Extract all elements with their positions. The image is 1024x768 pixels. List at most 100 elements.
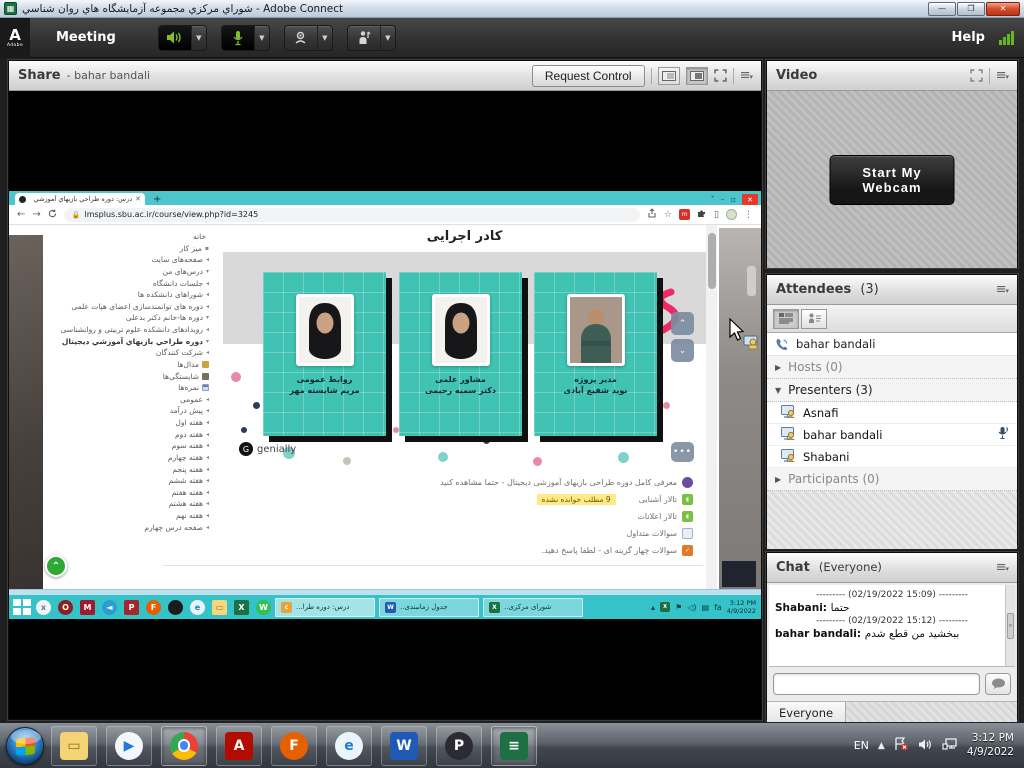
shared-tray-clock[interactable]: 3:12 PM 4/9/2022 <box>727 599 756 615</box>
side-panel-icon[interactable]: ▯ <box>714 210 719 220</box>
adobe-connect-icon[interactable]: ≡ <box>500 732 528 760</box>
back-to-top-button[interactable]: ⌃ <box>45 555 67 577</box>
taskbar-button-acrobat-icon[interactable]: A <box>216 726 262 766</box>
shared-tray-volume-icon[interactable]: ◁) <box>687 603 696 612</box>
tray-clock[interactable]: 3:12 PM 4/9/2022 <box>967 732 1014 759</box>
help-menu[interactable]: Help <box>952 30 985 45</box>
chat-scrollbar-thumb[interactable]: ≡ <box>1007 613 1014 639</box>
taskbar-button-word-icon[interactable]: W <box>381 726 427 766</box>
chat-send-button[interactable] <box>985 673 1011 695</box>
lms-sidebar-item[interactable]: ◂هفته هشتم <box>47 498 209 510</box>
lms-sidebar-item[interactable]: ◂شرکت کنندگان <box>47 347 209 359</box>
lms-sidebar-item[interactable]: ◂هفته هفتم <box>47 487 209 499</box>
genially-brand[interactable]: G genially <box>239 442 296 456</box>
share-view-toggle-2[interactable] <box>686 67 708 85</box>
lms-sidebar-item[interactable]: ◂هفته چهارم <box>47 452 209 464</box>
lms-sidebar-item[interactable]: مدال‌ها <box>47 359 209 371</box>
browser-tab[interactable]: درس: دوره طراحي بازيهاي آموزشي ✕ <box>15 193 145 205</box>
taskbar-button-adobe-connect-icon[interactable]: ≡ <box>491 726 537 766</box>
dark-app-icon[interactable] <box>168 600 183 615</box>
whatsapp-icon[interactable]: W <box>256 600 271 615</box>
shared-tray-language[interactable]: fa <box>714 603 722 612</box>
restore-button[interactable]: ❐ <box>957 2 985 16</box>
lms-sidebar-item[interactable]: ◂هفته اول <box>47 417 209 429</box>
taskbar-button-internet-explorer-icon[interactable]: e <box>326 726 372 766</box>
speaker-dropdown[interactable]: ▼ <box>191 26 206 50</box>
status-button[interactable]: ▼ <box>347 25 396 51</box>
taskbar-button-media-player-icon[interactable]: ▶ <box>106 726 152 766</box>
internet-explorer-icon[interactable]: e <box>190 600 205 615</box>
taskbar-button-file-explorer-icon[interactable]: ▭ <box>51 726 97 766</box>
course-link[interactable]: ◖تالار آشنایی9 مطلب خوانده نشده <box>223 494 693 505</box>
share-pod-menu-icon[interactable]: ≡▾ <box>740 68 752 83</box>
acrobat-icon[interactable]: A <box>225 732 253 760</box>
presentation-options-button[interactable]: ••• <box>671 442 694 462</box>
lms-sidebar-item[interactable]: ◂صفحه درس چهارم <box>47 522 209 534</box>
lms-sidebar-item[interactable]: ◂شوراهای دانشکده ها <box>47 289 209 301</box>
attendee-group-presenters[interactable]: ▼Presenters (3) <box>767 379 1017 402</box>
bookmark-star-icon[interactable]: ☆ <box>664 210 672 220</box>
share-view-toggle-1[interactable] <box>658 67 680 85</box>
start-webcam-button[interactable]: Start My Webcam <box>830 155 955 205</box>
attendees-pod-menu-icon[interactable]: ≡▾ <box>996 282 1008 297</box>
shared-start-button[interactable] <box>12 598 32 616</box>
webcam-dropdown[interactable]: ▼ <box>317 26 332 50</box>
attendee-row[interactable]: Shabani <box>767 446 1017 468</box>
lms-sidebar-item[interactable]: ▪میز کار <box>47 243 209 255</box>
microphone-dropdown[interactable]: ▼ <box>254 26 269 50</box>
lms-sidebar-item[interactable]: ◂هفته ششم <box>47 475 209 487</box>
connection-signal-icon[interactable] <box>999 31 1014 45</box>
lms-sidebar-item[interactable]: خانه <box>47 231 209 243</box>
attendee-group-hosts[interactable]: ▶Hosts (0) <box>767 356 1017 379</box>
shared-taskbar-window-chrome-icon[interactable]: cدرس: دوره طرا... <box>275 598 375 617</box>
attendee-row[interactable]: bahar bandali <box>767 424 1017 446</box>
lms-sidebar-item[interactable]: ◂هفته دوم <box>47 429 209 441</box>
lms-sidebar-item[interactable]: ▾درس‌های من <box>47 266 209 278</box>
course-link[interactable]: ◖تالار اعلانات <box>223 511 693 522</box>
request-control-button[interactable]: Request Control <box>532 65 645 87</box>
lms-sidebar-item[interactable]: ◂جلسات دانشگاه <box>47 278 209 290</box>
firefox-icon[interactable]: F <box>146 600 161 615</box>
chat-pod-menu-icon[interactable]: ≡▾ <box>996 560 1008 575</box>
lms-sidebar-item[interactable]: ◂هفته سوم <box>47 440 209 452</box>
page-scrollbar[interactable] <box>706 225 717 589</box>
extensions-icon[interactable] <box>697 208 707 221</box>
browser-minimize-icon[interactable]: – <box>721 195 725 204</box>
staff-card[interactable]: مدیر پروژهنوید شفیع آبادی <box>534 272 657 436</box>
url-bar[interactable]: 🔒 lmsplus.sbu.ac.ir/course/view.php?id=3… <box>64 208 640 222</box>
word-icon[interactable]: W <box>390 732 418 760</box>
shared-tray-arrow-icon[interactable]: ▴ <box>651 603 655 612</box>
staff-card[interactable]: روابط عمومیمریم شایسته مهر <box>263 272 386 436</box>
meeting-menu[interactable]: Meeting <box>30 30 142 45</box>
chrome-icon[interactable] <box>170 732 198 760</box>
status-dropdown[interactable]: ▼ <box>380 26 395 50</box>
staff-card[interactable]: مشاور علمیدکتر سمیه رحیمی <box>399 272 522 436</box>
video-pod-menu-icon[interactable]: ≡▾ <box>996 68 1008 83</box>
lms-sidebar-item[interactable]: ◂هفته پنجم <box>47 464 209 476</box>
attendee-status-view-button[interactable] <box>801 309 827 329</box>
lms-sidebar-item[interactable]: ▾دوره ها-خانم دکتر بدعلی <box>47 312 209 324</box>
adblock-extension-icon[interactable]: m <box>679 209 690 220</box>
chat-input[interactable] <box>773 673 980 695</box>
attendee-list-view-button[interactable] <box>773 309 799 329</box>
shared-taskbar-window-excel-icon[interactable]: Xشورای مرکزی.. <box>483 598 583 617</box>
tray-action-center-icon[interactable] <box>894 737 909 754</box>
browser-menu-icon[interactable]: ⋮ <box>744 210 753 220</box>
webcam-button[interactable]: ▼ <box>284 25 333 51</box>
start-orb-button[interactable] <box>6 727 44 765</box>
tray-language[interactable]: EN <box>854 739 869 752</box>
course-link[interactable]: معرفی کامل دوره طراحی بازیهای آموزشی دیج… <box>223 477 693 488</box>
new-tab-button[interactable]: + <box>153 195 161 205</box>
p-app-icon[interactable]: P <box>445 732 473 760</box>
video-fullscreen-icon[interactable] <box>970 69 983 82</box>
speaker-button[interactable]: ▼ <box>158 25 207 51</box>
back-icon[interactable]: ← <box>17 210 25 220</box>
close-button[interactable]: ✕ <box>986 2 1020 16</box>
lms-sidebar-item[interactable]: ◂رویدادهای دانشکده علوم تربیتی و روانشنا… <box>47 324 209 336</box>
shared-tray-excel-icon[interactable]: X <box>660 602 670 612</box>
telegram-icon[interactable]: ◄ <box>102 600 117 615</box>
slide-down-button[interactable]: ⌄ <box>671 339 694 362</box>
lms-sidebar-item[interactable]: ◂صفحه‌های سایت <box>47 254 209 266</box>
file-explorer-icon[interactable]: ▭ <box>212 600 227 615</box>
lms-sidebar-item[interactable]: شایستگی‌ها <box>47 371 209 383</box>
